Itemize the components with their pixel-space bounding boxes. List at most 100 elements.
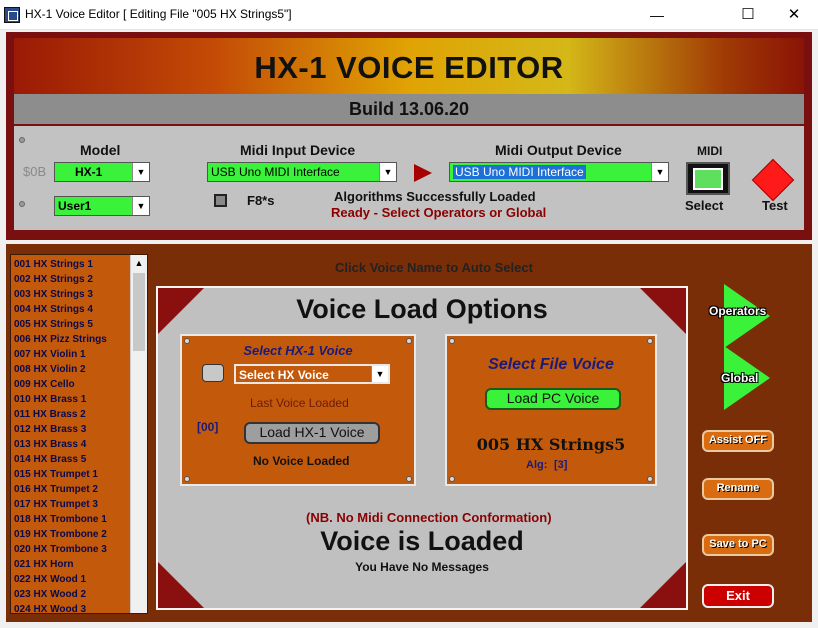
hx-voice-panel: Select HX-1 Voice Select HX Voice ▼ Last… (180, 334, 416, 486)
voice-list-item[interactable]: 024 HX Wood 3 (11, 602, 129, 613)
midi-screen (693, 168, 723, 190)
midi-input-select[interactable]: USB Uno MIDI Interface ▼ (207, 162, 397, 182)
voice-list-item[interactable]: 005 HX Strings 5 (11, 317, 129, 332)
status-ready: Ready - Select Operators or Global (331, 205, 547, 220)
header-panel: HX-1 VOICE EDITOR Build 13.06.20 Model $… (6, 32, 812, 240)
rename-button[interactable]: Rename (702, 478, 774, 500)
chevron-down-icon[interactable]: ▼ (132, 197, 149, 215)
voice-list-item[interactable]: 010 HX Brass 1 (11, 392, 129, 407)
midi-input-value: USB Uno MIDI Interface (211, 165, 340, 179)
voice-list-item[interactable]: 006 HX Pizz Strings (11, 332, 129, 347)
voice-list-item[interactable]: 003 HX Strings 3 (11, 287, 129, 302)
alg-label: Alg: (526, 459, 548, 471)
operators-label[interactable]: Operators (709, 304, 766, 318)
last-voice-loaded-label: Last Voice Loaded (250, 396, 349, 410)
maximize-button[interactable]: ☐ (725, 0, 771, 30)
save-to-pc-button[interactable]: Save to PC (702, 534, 774, 556)
midi-output-label: Midi Output Device (495, 142, 622, 158)
file-voice-name: 005 HX Strings5 (476, 435, 626, 454)
app-window: HX-1 Voice Editor [ Editing File "005 HX… (0, 0, 818, 628)
voice-list-item[interactable]: 021 HX Horn (11, 557, 129, 572)
app-icon (4, 7, 20, 23)
voice-load-options-panel: Voice Load Options Select HX-1 Voice Sel… (156, 286, 688, 610)
voice-list-item[interactable]: 016 HX Trumpet 2 (11, 482, 129, 497)
test-label: Test (762, 198, 788, 213)
f8-checkbox[interactable] (214, 194, 227, 207)
minimize-button[interactable]: — (634, 0, 680, 30)
hx-voice-checkbox[interactable] (202, 364, 224, 382)
voice-list-item[interactable]: 017 HX Trumpet 3 (11, 497, 129, 512)
voice-list-items: 001 HX Strings 1 002 HX Strings 2 003 HX S… (11, 257, 129, 613)
voice-list-item[interactable]: 022 HX Wood 1 (11, 572, 129, 587)
midi-output-value: USB Uno MIDI Interface (453, 165, 586, 179)
midi-note: (NB. No Midi Connection Conformation) (306, 510, 552, 525)
radio-icon[interactable] (19, 201, 25, 207)
voice-load-options-title: Voice Load Options (296, 294, 548, 324)
title-banner: HX-1 VOICE EDITOR (14, 38, 804, 94)
voice-list-item[interactable]: 001 HX Strings 1 (11, 257, 129, 272)
auto-select-hint: Click Voice Name to Auto Select (335, 260, 533, 275)
alg-value: [3] (554, 459, 568, 471)
model-address: $0B (23, 164, 47, 179)
voice-list-item[interactable]: 018 HX Trombone 1 (11, 512, 129, 527)
editor-area: 001 HX Strings 1 002 HX Strings 2 003 HX S… (6, 244, 812, 622)
hx-voice-status: No Voice Loaded (253, 454, 350, 468)
voice-list[interactable]: 001 HX Strings 1 002 HX Strings 2 003 HX S… (10, 254, 148, 614)
screw-icon (406, 476, 412, 482)
screw-icon (184, 476, 190, 482)
voice-list-item[interactable]: 002 HX Strings 2 (11, 272, 129, 287)
chevron-up-icon[interactable]: ▲ (131, 255, 147, 271)
screw-icon (647, 338, 653, 344)
hx-voice-select-value: Select HX Voice (239, 368, 329, 382)
chevron-down-icon[interactable]: ▼ (132, 163, 149, 181)
build-bar: Build 13.06.20 (14, 94, 804, 124)
hx-voice-index: [00] (197, 420, 219, 434)
model-value: HX-1 (75, 165, 103, 179)
load-hx1-voice-button[interactable]: Load HX-1 Voice (244, 422, 380, 444)
file-voice-title: Select File Voice (488, 356, 614, 373)
close-button[interactable]: ✕ (771, 0, 817, 30)
voice-list-item[interactable]: 019 HX Trombone 2 (11, 527, 129, 542)
select-label: Select (685, 198, 724, 213)
window-title: HX-1 Voice Editor [ Editing File "005 HX… (25, 7, 292, 21)
screw-icon (449, 476, 455, 482)
voice-list-item[interactable]: 011 HX Brass 2 (11, 407, 129, 422)
midi-output-select[interactable]: USB Uno MIDI Interface ▼ (449, 162, 669, 182)
device-controls: Model $0B HX-1 ▼ User1 ▼ Midi Input Devi… (14, 126, 804, 230)
voice-list-item[interactable]: 015 HX Trumpet 1 (11, 467, 129, 482)
voice-list-scrollbar[interactable]: ▲ (130, 255, 147, 613)
radio-icon[interactable] (19, 137, 25, 143)
chevron-down-icon[interactable]: ▼ (371, 366, 388, 382)
screw-icon (449, 338, 455, 344)
voice-list-item[interactable]: 007 HX Violin 1 (11, 347, 129, 362)
assist-button[interactable]: Assist OFF (702, 430, 774, 452)
voice-list-item[interactable]: 013 HX Brass 4 (11, 437, 129, 452)
user-value: User1 (58, 199, 92, 213)
scroll-thumb[interactable] (133, 273, 145, 351)
exit-button[interactable]: Exit (702, 584, 774, 608)
midi-select-icon[interactable] (686, 162, 730, 195)
voice-list-item[interactable]: 012 HX Brass 3 (11, 422, 129, 437)
play-arrow-icon[interactable] (414, 164, 432, 182)
f8-label: F8*s (247, 193, 275, 208)
hx-voice-title: Select HX-1 Voice (243, 343, 353, 358)
chevron-down-icon[interactable]: ▼ (379, 163, 396, 181)
model-select[interactable]: HX-1 ▼ (54, 162, 150, 182)
midi-input-label: Midi Input Device (240, 142, 356, 158)
voice-loaded-text: Voice is Loaded (320, 526, 524, 556)
global-label[interactable]: Global (721, 371, 758, 385)
voice-list-item[interactable]: 020 HX Trombone 3 (11, 542, 129, 557)
user-select[interactable]: User1 ▼ (54, 196, 150, 216)
status-loaded: Algorithms Successfully Loaded (334, 189, 536, 204)
file-voice-panel: Select File Voice Load PC Voice 005 HX S… (445, 334, 657, 486)
voice-list-item[interactable]: 008 HX Violin 2 (11, 362, 129, 377)
voice-list-item[interactable]: 009 HX Cello (11, 377, 129, 392)
test-diamond-icon[interactable] (751, 158, 795, 202)
hx-voice-select[interactable]: Select HX Voice ▼ (234, 364, 390, 384)
screw-icon (647, 476, 653, 482)
voice-list-item[interactable]: 023 HX Wood 2 (11, 587, 129, 602)
voice-list-item[interactable]: 014 HX Brass 5 (11, 452, 129, 467)
chevron-down-icon[interactable]: ▼ (651, 163, 668, 181)
load-pc-voice-button[interactable]: Load PC Voice (485, 388, 621, 410)
voice-list-item[interactable]: 004 HX Strings 4 (11, 302, 129, 317)
